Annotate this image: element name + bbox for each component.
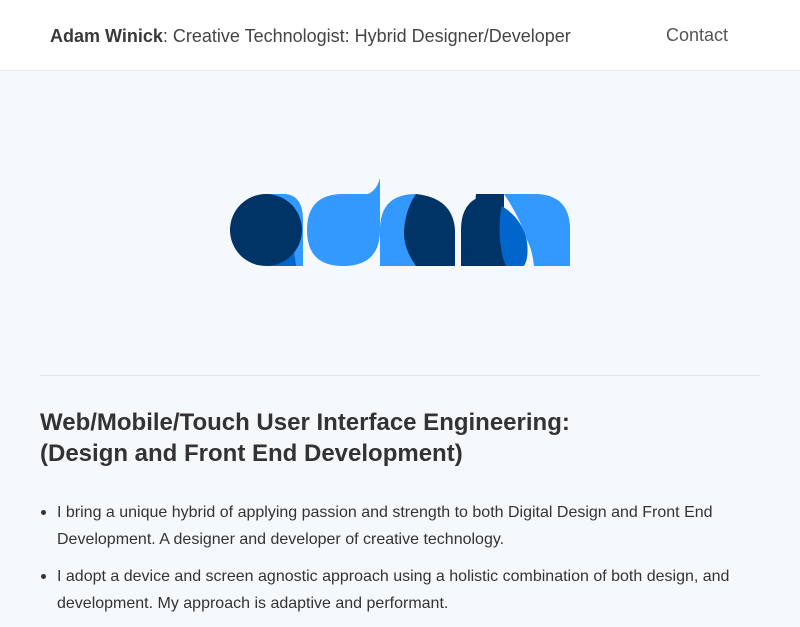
adam-logo [230,178,570,266]
logo-letter-a-second [380,194,455,266]
list-item-text: I bring a unique hybrid of applying pass… [57,504,713,548]
site-tagline: : Creative Technologist: Hybrid Designer… [162,26,571,46]
section-heading: Web/Mobile/Touch User Interface Engineer… [40,407,760,469]
section-divider [40,375,760,376]
section-heading-line-1: Web/Mobile/Touch User Interface Engineer… [40,409,570,436]
site-owner-name[interactable]: Adam Winick [50,26,163,46]
nav-contact-link[interactable]: Contact [666,24,728,46]
logo-letter-d [307,178,380,266]
skills-list: I bring a unique hybrid of applying pass… [40,499,760,627]
bullet-icon [41,574,46,579]
list-item: I adopt a device and screen agnostic app… [40,563,760,617]
logo-letter-m [461,194,570,266]
section-heading-line-2: (Design and Front End Development) [40,440,463,467]
logo-letter-a-first [230,194,303,266]
site-title[interactable]: Adam Winick: Creative Technologist: Hybr… [50,25,571,47]
list-item-text: I adopt a device and screen agnostic app… [57,568,730,612]
site-header: Adam Winick: Creative Technologist: Hybr… [0,0,800,71]
list-item: I bring a unique hybrid of applying pass… [40,499,760,553]
logo-a2-dark-shape [403,194,455,266]
logo-d-shape [307,178,380,266]
bullet-icon [41,510,46,515]
